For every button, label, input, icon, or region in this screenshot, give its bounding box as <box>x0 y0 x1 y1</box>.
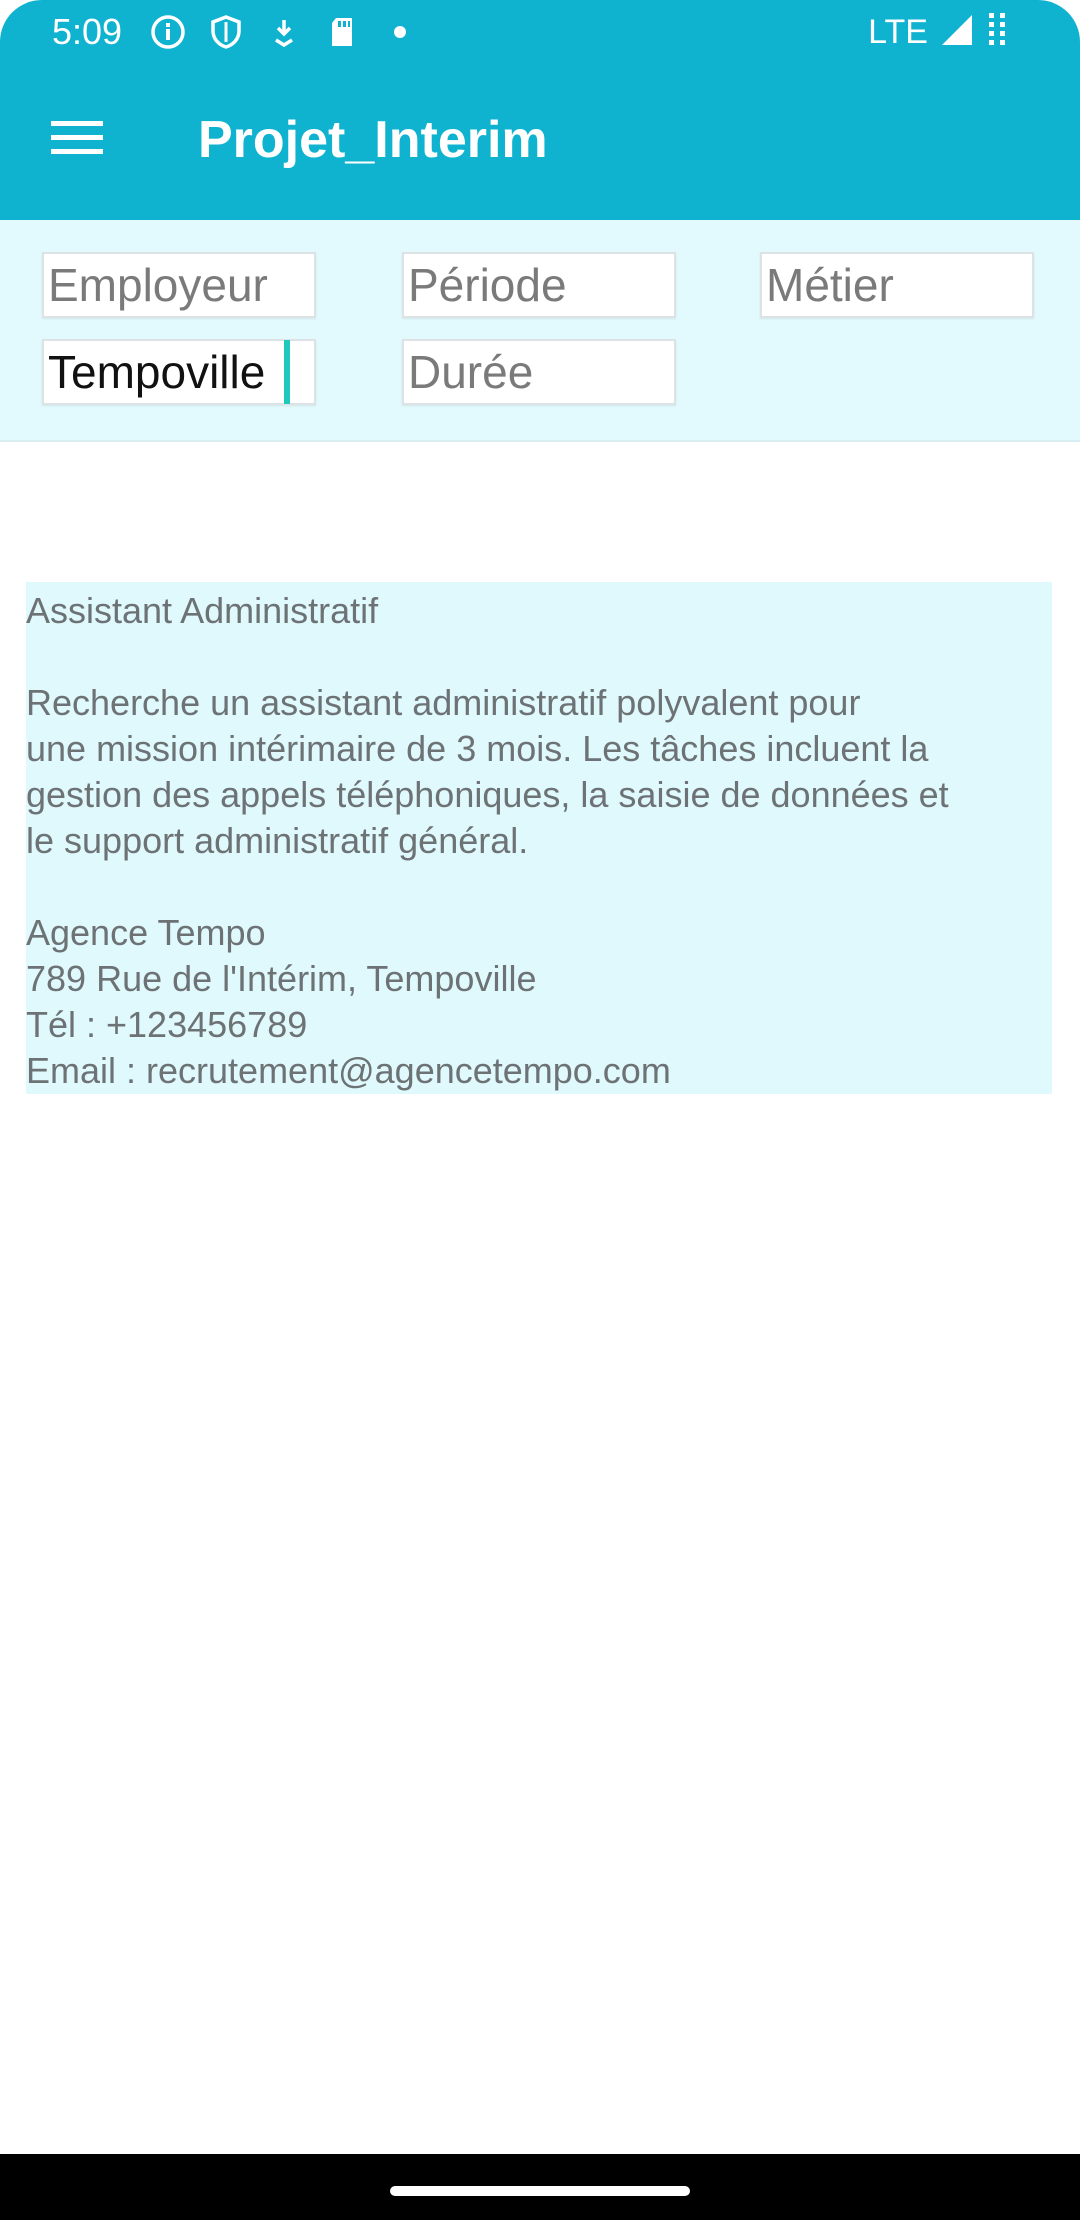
status-icons <box>150 14 418 50</box>
offer-phone: Tél : +123456789 <box>26 1004 308 1045</box>
status-right: LTE <box>868 10 1010 54</box>
offer-agency: Agence Tempo <box>26 912 266 953</box>
top-bar: 5:09 LTE Projet_Interim <box>0 0 1080 220</box>
lieu-input[interactable] <box>42 339 316 405</box>
home-gesture-handle[interactable] <box>390 2186 690 2196</box>
offer-email: Email : recrutement@agencetempo.com <box>26 1050 671 1091</box>
info-icon <box>150 14 186 50</box>
offer-description-line-3: gestion des appels téléphoniques, la sai… <box>26 774 949 815</box>
metier-input[interactable] <box>760 252 1034 318</box>
status-bar: 5:09 LTE <box>0 0 1080 66</box>
periode-input[interactable] <box>402 252 676 318</box>
employeur-input[interactable] <box>42 252 316 318</box>
app-title: Projet_Interim <box>198 111 548 169</box>
offer-description-line-1: Recherche un assistant administratif pol… <box>26 682 861 723</box>
filter-panel <box>0 220 1080 442</box>
app-bar: Projet_Interim <box>0 66 1080 220</box>
offer-description-line-2: une mission intérimaire de 3 mois. Les t… <box>26 728 929 769</box>
sd-card-icon <box>324 14 360 50</box>
battery-icon <box>986 11 1010 54</box>
screen: 5:09 LTE Projet_Interim Employeur Périod… <box>0 0 1080 2220</box>
signal-icon <box>940 13 974 52</box>
status-time: 5:09 <box>52 11 123 52</box>
shield-icon <box>208 14 244 50</box>
navigation-bar <box>0 2154 1080 2220</box>
offer-address: 789 Rue de l'Intérim, Tempoville <box>26 958 537 999</box>
download-icon <box>266 14 302 50</box>
offer-description-line-4: le support administratif général. <box>26 820 529 861</box>
offer-title: Assistant Administratif <box>26 590 379 631</box>
network-type: LTE <box>868 13 928 51</box>
text-caret <box>284 340 290 404</box>
job-offer-card[interactable]: Assistant Administratif Recherche un ass… <box>26 582 1052 1094</box>
dot-icon <box>382 14 418 50</box>
duree-input[interactable] <box>402 339 676 405</box>
hamburger-menu-icon <box>51 121 103 154</box>
menu-button[interactable] <box>30 106 124 170</box>
